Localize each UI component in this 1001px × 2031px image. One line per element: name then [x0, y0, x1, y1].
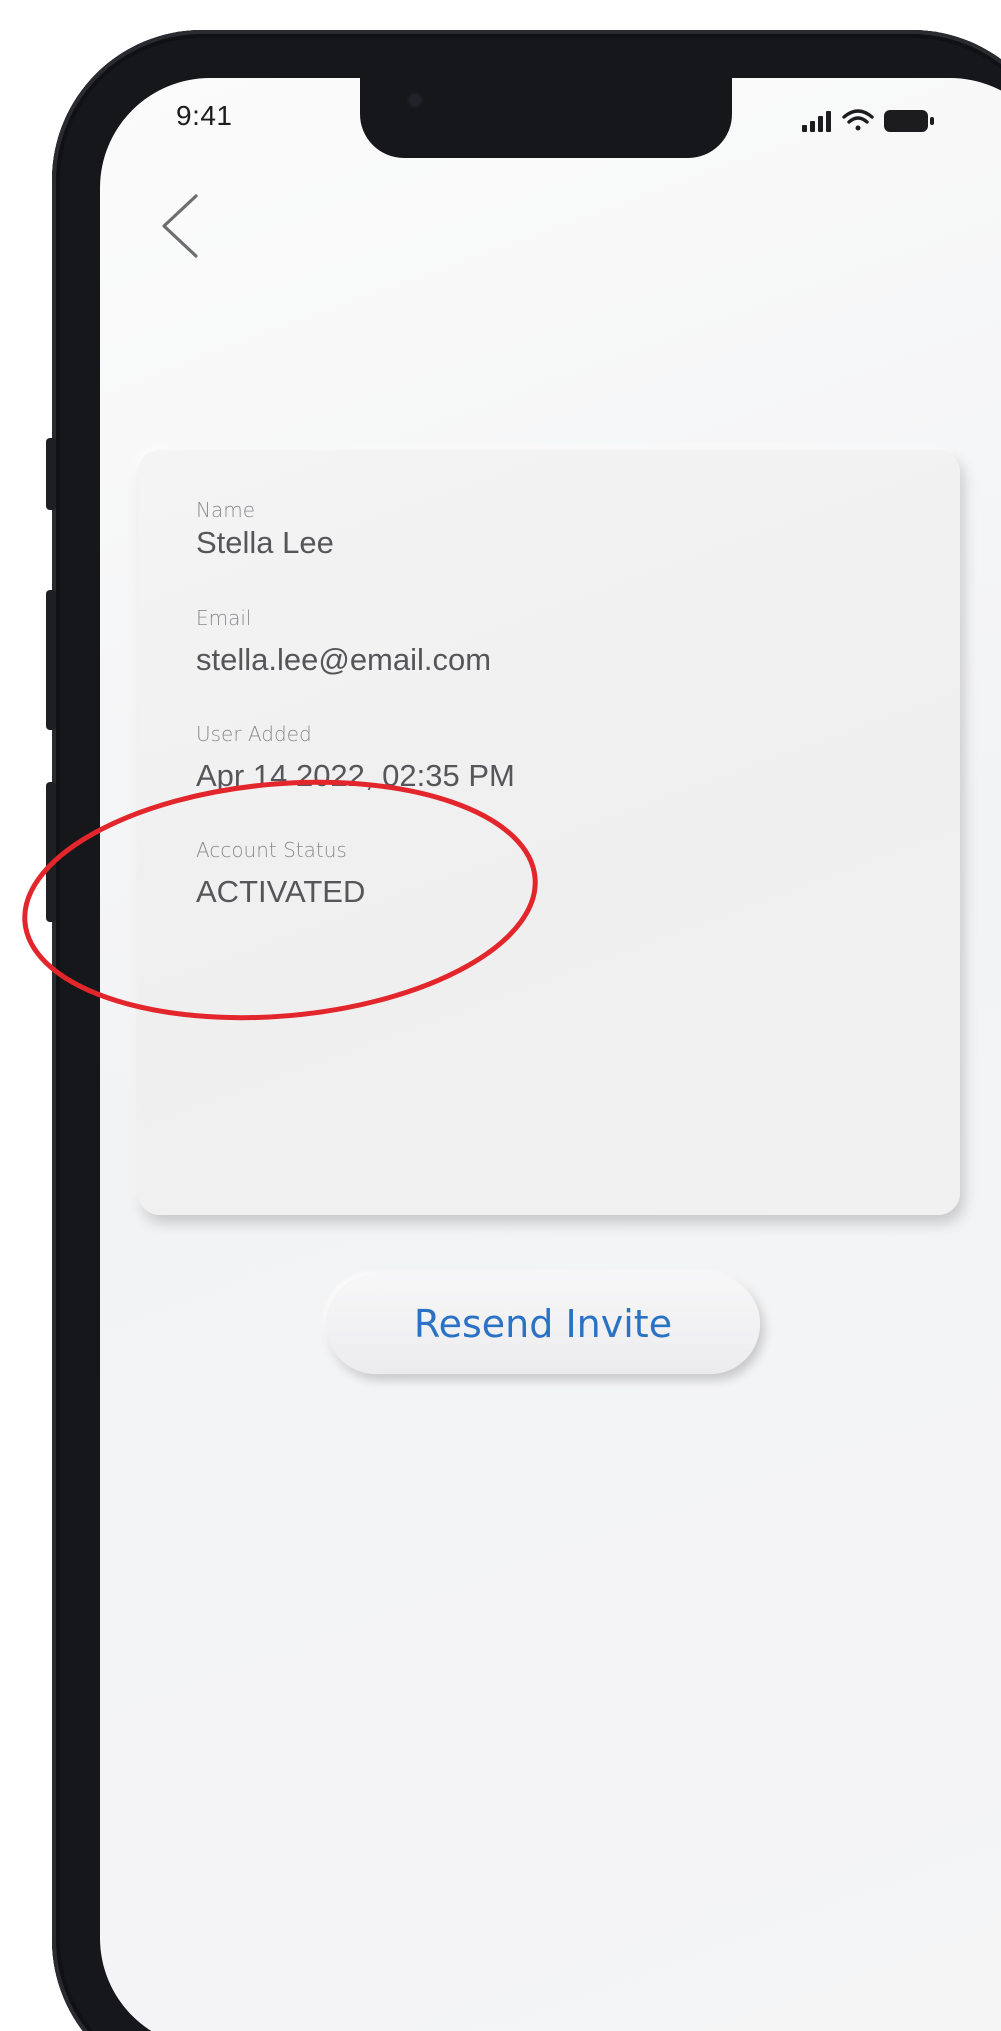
- email-value: stella.lee@email.com: [196, 642, 492, 677]
- email-label: Email: [196, 606, 252, 630]
- side-button-volume-down: [46, 782, 56, 922]
- wifi-icon: [842, 109, 874, 131]
- name-value: Stella Lee: [196, 525, 334, 560]
- resend-invite-button[interactable]: Resend Invite: [326, 1274, 760, 1374]
- notch: [360, 78, 732, 158]
- status-time: 9:41: [176, 100, 233, 131]
- phone-screen: 9:41 Name Stella Lee Email stella.lee@em…: [100, 78, 1001, 2031]
- signal-icon: [802, 111, 831, 132]
- side-button-volume-up: [46, 590, 56, 730]
- chevron-left-icon: [162, 194, 198, 258]
- camera-icon: [409, 94, 421, 106]
- user-added-label: User Added: [196, 722, 312, 746]
- account-status-label: Account Status: [196, 838, 347, 862]
- user-details-card: Name Stella Lee Email stella.lee@email.c…: [138, 450, 960, 1215]
- status-icons: [802, 109, 934, 132]
- user-added-value: Apr 14 2022, 02:35 PM: [196, 758, 515, 793]
- back-button[interactable]: [150, 186, 210, 266]
- side-button-mute: [46, 438, 56, 510]
- stage: 9:41 Name Stella Lee Email stella.lee@em…: [0, 0, 1001, 2031]
- name-label: Name: [196, 498, 256, 522]
- account-status-value: ACTIVATED: [196, 874, 366, 909]
- battery-icon: [884, 110, 934, 132]
